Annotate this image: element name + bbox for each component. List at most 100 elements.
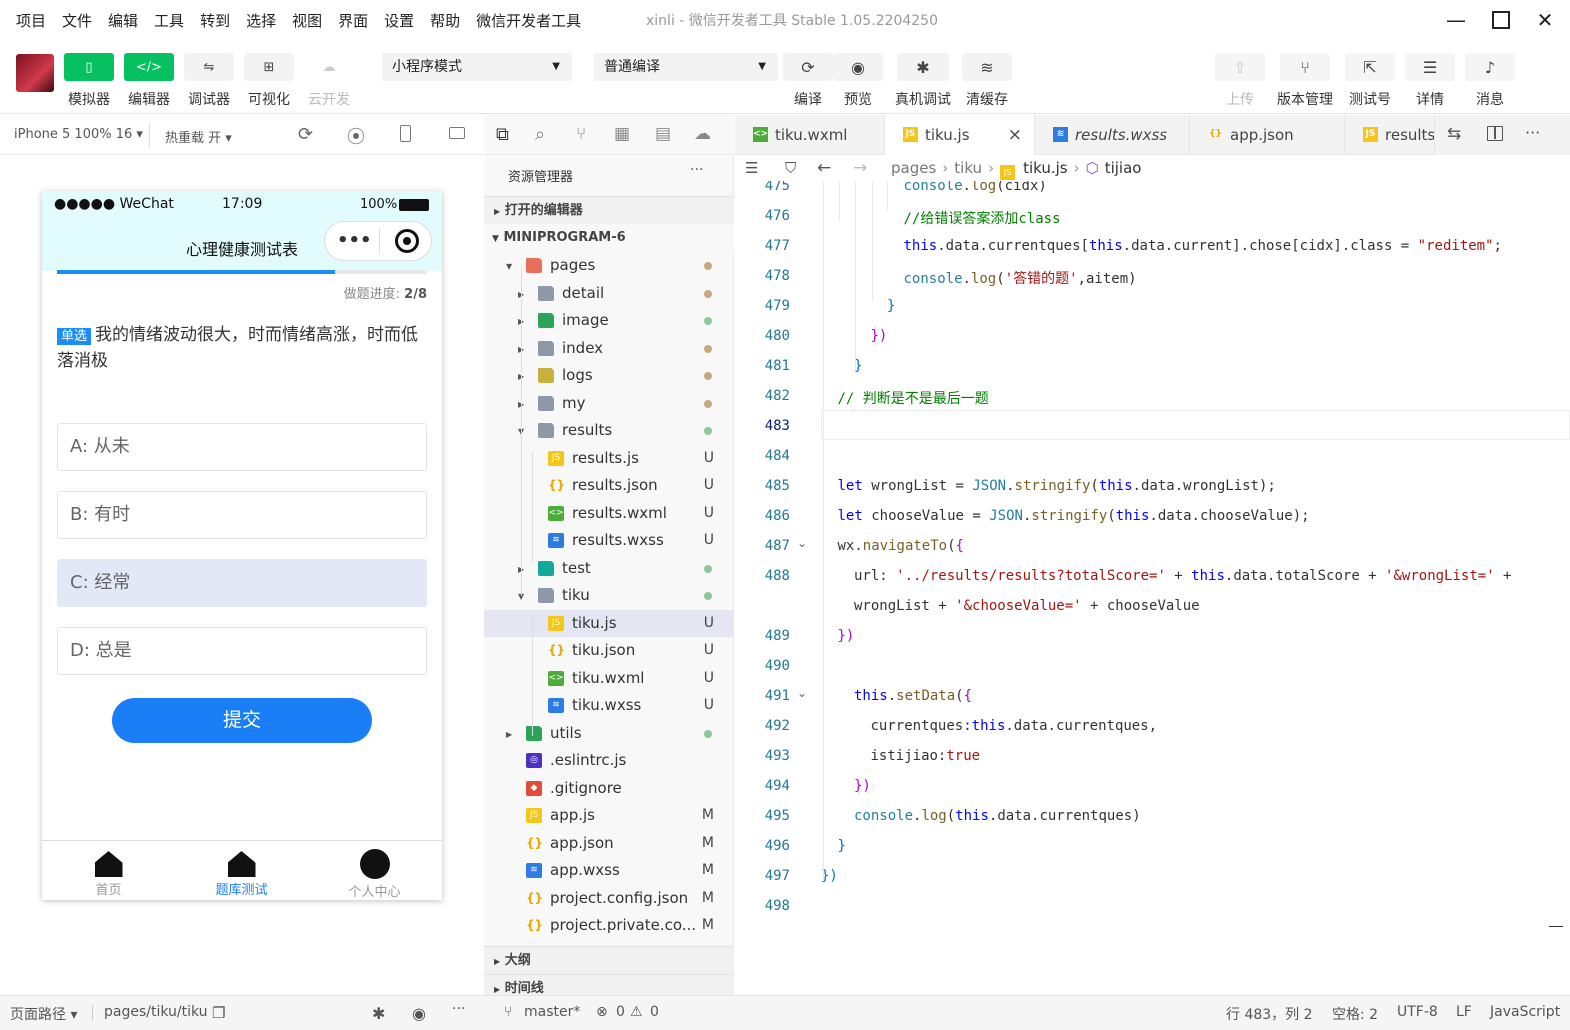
editor-more-icon[interactable]: ··· [1525,123,1540,142]
submit-button[interactable]: 提交 [112,698,372,743]
breadcrumb-item[interactable]: pages [891,159,936,177]
tree-item--eslintrc-js[interactable]: ◎ .eslintrc.js [484,747,734,774]
menu-item-6[interactable]: 视图 [292,10,322,31]
hotreload-toggle[interactable]: 热重载 开 ▾ [165,127,232,146]
open-editors-section[interactable]: ▶ 打开的编辑器 [484,196,734,224]
more-icon[interactable]: ••• [337,230,372,251]
extensions-icon[interactable]: ▦ [614,124,630,144]
option-2[interactable]: C: 经常 [57,559,427,607]
cloud-button[interactable]: ☁ [304,53,354,81]
bug-button[interactable]: ✱ [897,53,949,81]
warning-icon[interactable]: ⚠ [630,1004,643,1020]
fold-chevron-icon[interactable]: ⌄ [797,686,807,700]
docker-icon[interactable]: ☁ [694,124,711,144]
editor-tab-tiku-js[interactable]: JS tiku.js × [885,115,1035,155]
editor-tab-results-[interactable]: JS results. [1345,115,1435,155]
mode-select[interactable]: 小程序模式 ▼ [382,53,572,81]
tree-item-project-private-co---[interactable]: {} project.private.co... M [484,912,734,939]
breadcrumb-item[interactable]: tiku.js [1023,159,1068,177]
list-icon[interactable]: ☰ [745,156,758,181]
menu-item-2[interactable]: 编辑 [108,10,138,31]
branch-button[interactable]: ⑂ [1280,53,1330,81]
menu-item-1[interactable]: 文件 [62,10,92,31]
menu-item-8[interactable]: 设置 [384,10,414,31]
editor-tab-app-json[interactable]: {} app.json [1190,115,1345,155]
tree-item--gitignore[interactable]: ◆ .gitignore [484,775,734,802]
files-icon[interactable]: ⧉ [496,124,509,145]
external-button[interactable]: ⇱ [1345,53,1395,81]
branch-icon[interactable]: ⑂ [504,1004,512,1020]
tree-item-tiku-wxml[interactable]: <> tiku.wxml U [484,665,734,692]
option-0[interactable]: A: 从未 [57,423,427,471]
phone-button[interactable]: ▯ [64,53,114,81]
breadcrumb-item[interactable]: tiku [954,159,982,177]
debug-button[interactable]: ⇋ [184,53,234,81]
layers-button[interactable]: ≋ [962,53,1012,81]
upload-button[interactable]: ⇪ [1215,53,1265,81]
tab-item-1[interactable]: 题库测试 [175,841,308,898]
storage-icon[interactable]: ▤ [655,124,671,144]
bell-button[interactable]: ♪ [1465,53,1515,81]
tree-item-app-js[interactable]: JS app.js M [484,802,734,829]
tab-close-icon[interactable]: × [1008,115,1022,155]
compare-icon[interactable]: ⇆ [1447,124,1461,144]
explorer-more-icon[interactable]: ··· [690,162,703,178]
menu-item-10[interactable]: 微信开发者工具 [476,10,581,31]
editor-tab-results-wxss[interactable]: ≋ results.wxss [1035,115,1190,155]
maximize-icon[interactable] [1487,6,1515,34]
language-mode[interactable]: JavaScript [1490,1004,1560,1020]
capsule-menu[interactable]: ••• [324,221,432,261]
project-section[interactable]: ▼ MINIPROGRAM-6 [484,224,734,252]
editor-tab-tiku-wxml[interactable]: <> tiku.wxml [735,115,885,155]
device-icon[interactable] [400,125,411,142]
breadcrumb-item[interactable]: tijiao [1105,159,1142,177]
search-icon[interactable]: ⌕ [535,124,545,145]
layout-button[interactable]: ⊞ [244,53,294,81]
preview-eye-icon[interactable]: ◉ [412,1004,426,1023]
encoding[interactable]: UTF-8 [1397,1004,1438,1020]
indent-setting[interactable]: 空格: 2 [1332,1004,1378,1024]
eol[interactable]: LF [1456,1004,1472,1020]
tree-item-app-wxss[interactable]: ≋ app.wxss M [484,857,734,884]
menu-item-5[interactable]: 选择 [246,10,276,31]
split-editor-icon[interactable] [1487,126,1503,141]
avatar[interactable] [16,54,54,92]
menu-item-0[interactable]: 项目 [16,10,46,31]
menu-item-7[interactable]: 界面 [338,10,368,31]
error-count[interactable]: 0 [616,1004,625,1020]
code-button[interactable]: </> [124,53,174,81]
back-icon[interactable]: ← [817,156,831,181]
tree-item-tiku-js[interactable]: JS tiku.js U [484,609,734,637]
error-icon[interactable]: ⊗ [596,1004,608,1020]
tree-item-app-json[interactable]: {} app.json M [484,830,734,857]
tree-item-utils[interactable]: ▶ utils [484,720,734,747]
option-1[interactable]: B: 有时 [57,491,427,539]
source-control-icon[interactable]: ⑂ [576,124,586,144]
cursor-position[interactable]: 行 483，列 2 [1226,1004,1313,1024]
debug-bug-icon[interactable]: ✱ [372,1004,385,1023]
warning-count[interactable]: 0 [650,1004,659,1020]
menu-item-4[interactable]: 转到 [200,10,230,31]
minimize-icon[interactable]: — [1442,6,1470,34]
device-select[interactable]: iPhone 5 100% 16 ▾ [14,127,143,142]
tab-item-2[interactable]: 个人中心 [308,841,441,900]
branch-name[interactable]: master* [524,1004,580,1020]
chevron-icon[interactable]: ▶ [506,721,512,748]
window-icon[interactable] [449,127,465,139]
forward-icon[interactable]: → [853,156,867,181]
outline-section[interactable]: ▶ 大纲 [484,946,734,974]
tree-item-project-config-json[interactable]: {} project.config.json M [484,885,734,912]
copy-icon[interactable]: ❐ [212,1004,225,1022]
rotate-icon[interactable]: ⟳ [298,124,313,145]
chevron-icon[interactable]: ▼ [506,253,512,280]
tab-item-0[interactable]: 首页 [42,841,175,898]
code-editor[interactable]: 475 console.log(cidx) 476 //给错误答案添加class 477… [735,181,1570,994]
fold-chevron-icon[interactable]: ⌄ [797,536,807,550]
close-mp-icon[interactable] [395,229,419,253]
menu-item-3[interactable]: 工具 [154,10,184,31]
menu-button[interactable]: ☰ [1405,53,1455,81]
bookmark-icon[interactable]: ⛉ [785,156,796,181]
eye-button[interactable]: ◉ [833,53,883,81]
close-icon[interactable]: ✕ [1531,6,1559,34]
refresh-button[interactable]: ⟳ [783,53,833,81]
